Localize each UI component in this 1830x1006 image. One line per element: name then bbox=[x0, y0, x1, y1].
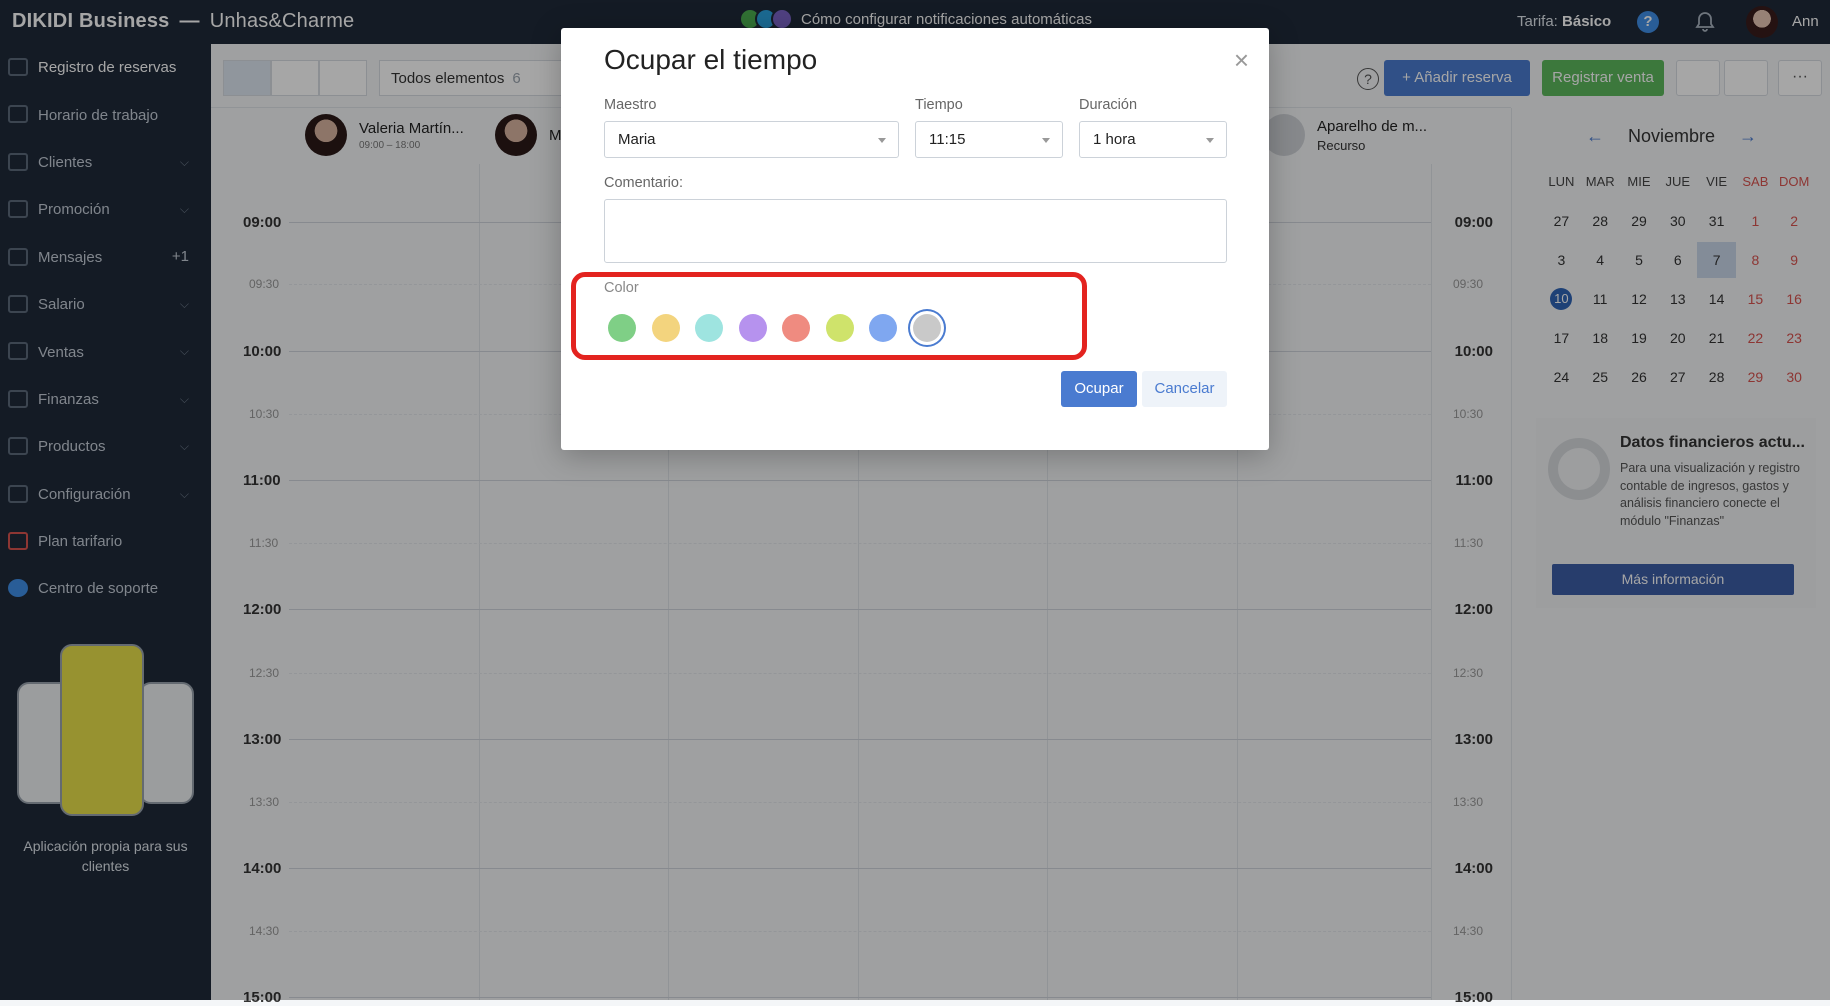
master-select[interactable]: Maria bbox=[604, 121, 899, 158]
duration-label: Duración bbox=[1079, 97, 1138, 113]
comment-label: Comentario: bbox=[604, 175, 683, 191]
occupy-time-dialog: Ocupar el tiempo × Maestro Maria Tiempo … bbox=[561, 28, 1269, 450]
close-icon[interactable]: × bbox=[1234, 47, 1249, 73]
duration-value: 1 hora bbox=[1093, 131, 1136, 148]
duration-select[interactable]: 1 hora bbox=[1079, 121, 1227, 158]
occupy-button[interactable]: Ocupar bbox=[1061, 371, 1137, 407]
comment-textarea[interactable] bbox=[604, 199, 1227, 263]
master-label: Maestro bbox=[604, 97, 657, 113]
time-select[interactable]: 11:15 bbox=[915, 121, 1063, 158]
chevron-down-icon bbox=[1206, 138, 1214, 143]
master-value: Maria bbox=[618, 131, 656, 148]
cancel-button[interactable]: Cancelar bbox=[1142, 371, 1227, 407]
color-highlight-annotation bbox=[571, 272, 1087, 360]
dialog-title: Ocupar el tiempo bbox=[604, 44, 818, 75]
chevron-down-icon bbox=[878, 138, 886, 143]
time-label: Tiempo bbox=[915, 97, 963, 113]
time-value: 11:15 bbox=[929, 131, 966, 148]
chevron-down-icon bbox=[1042, 138, 1050, 143]
